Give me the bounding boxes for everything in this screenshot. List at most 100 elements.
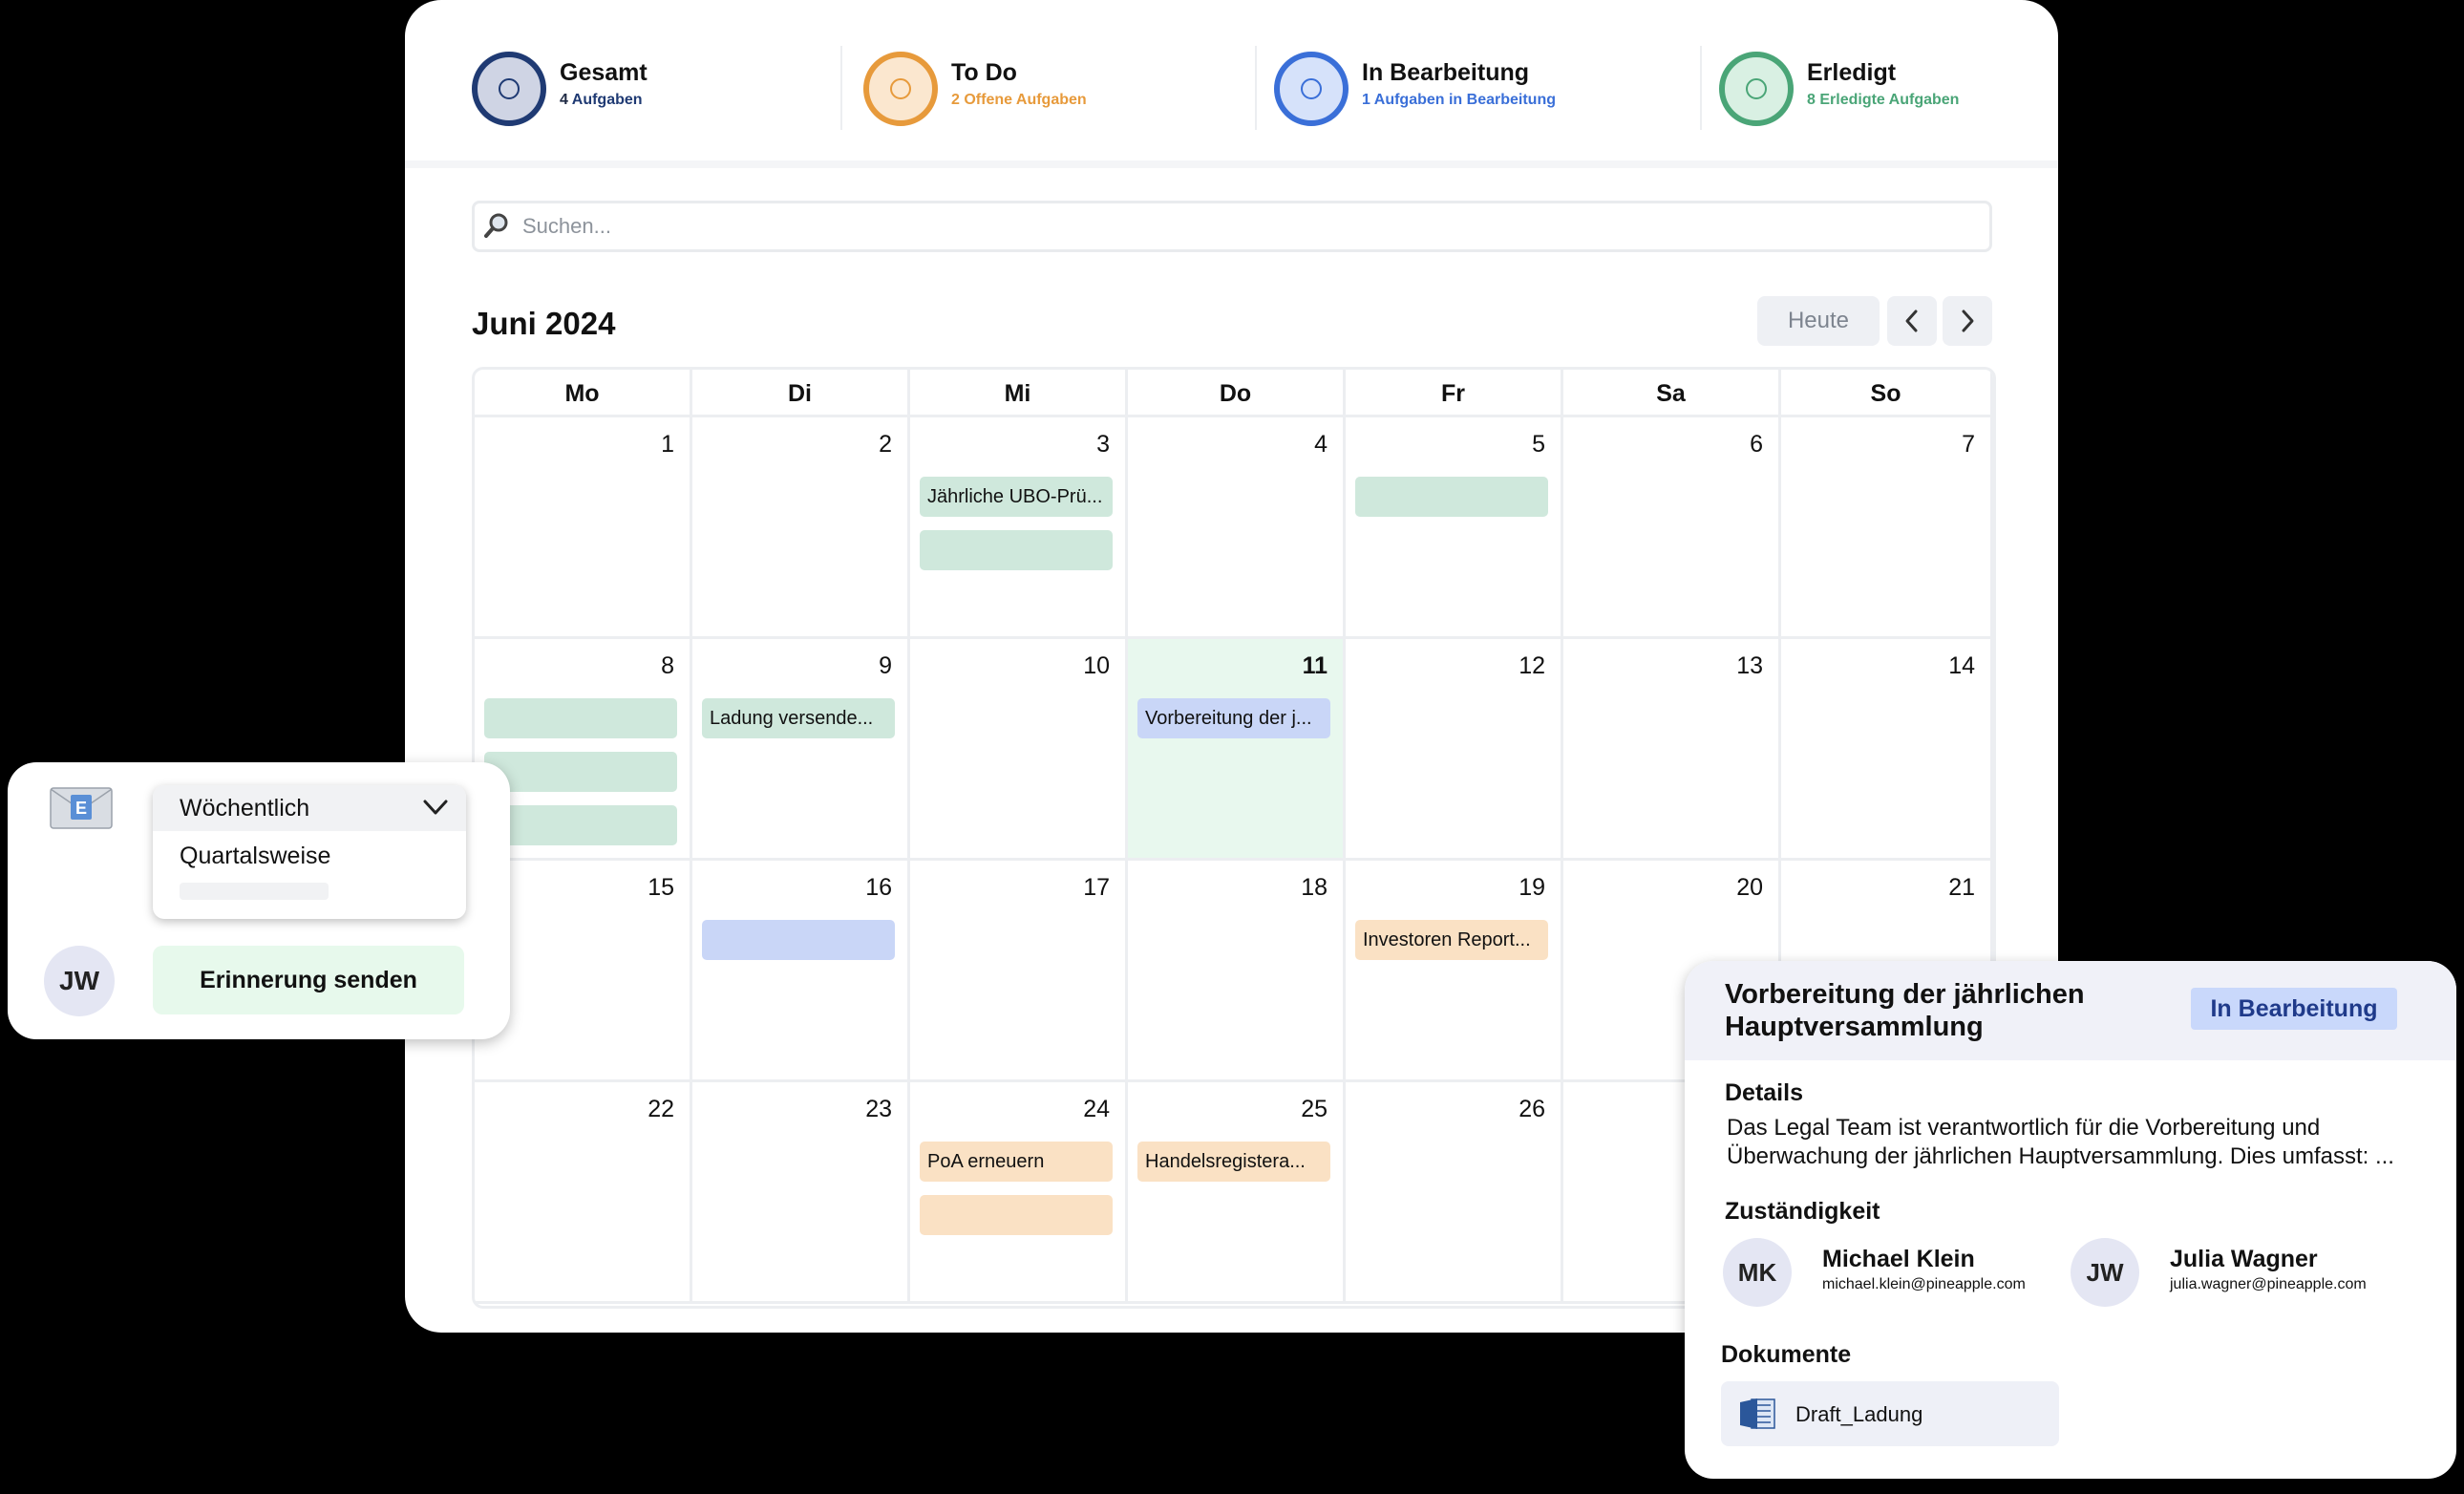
frequency-option-placeholder[interactable] <box>180 883 329 900</box>
calendar-day-cell[interactable]: 7 <box>1781 417 1993 639</box>
day-number: 20 <box>1736 874 1763 901</box>
day-number: 22 <box>648 1096 674 1122</box>
day-number: 17 <box>1083 874 1110 901</box>
day-number: 15 <box>648 874 674 901</box>
assignee-name: Michael Klein <box>1822 1246 1975 1272</box>
detail-header: Vorbereitung der jährlichen Hauptversamm… <box>1685 961 2456 1060</box>
month-title: Juni 2024 <box>472 306 616 341</box>
avatar: JW <box>44 946 115 1016</box>
calendar-day-cell[interactable]: 6 <box>1563 417 1781 639</box>
day-number: 16 <box>865 874 892 901</box>
responsibility-heading: Zuständigkeit <box>1725 1198 1880 1225</box>
day-number: 3 <box>1096 431 1110 458</box>
day-number: 8 <box>661 652 674 679</box>
calendar-event[interactable]: Ladung versende... <box>702 698 895 738</box>
next-month-button[interactable] <box>1943 296 1992 346</box>
calendar-event[interactable] <box>1355 477 1548 517</box>
assignee-email: michael.klein@pineapple.com <box>1822 1276 2026 1292</box>
weekday-header: Sa <box>1563 370 1781 417</box>
details-heading: Details <box>1725 1079 1803 1106</box>
calendar-day-cell[interactable]: 25 Handelsregistera... <box>1128 1082 1346 1304</box>
calendar-day-cell[interactable]: 11 Vorbereitung der j... <box>1128 639 1346 861</box>
circle-icon <box>472 52 546 126</box>
calendar-day-cell[interactable]: 14 <box>1781 639 1993 861</box>
divider <box>840 46 842 130</box>
day-number: 9 <box>879 652 892 679</box>
calendar-day-cell[interactable]: 4 <box>1128 417 1346 639</box>
selected-frequency: Wöchentlich <box>180 795 310 822</box>
day-number: 21 <box>1948 874 1975 901</box>
assignee-name: Julia Wagner <box>2170 1246 2318 1272</box>
status-badge: In Bearbeitung <box>2191 988 2397 1030</box>
documents-heading: Dokumente <box>1721 1341 1852 1368</box>
document-item[interactable]: Draft_Ladung <box>1721 1381 2059 1446</box>
calendar-event[interactable] <box>484 752 677 792</box>
divider <box>1700 46 1702 130</box>
frequency-select[interactable]: Wöchentlich <box>153 785 466 831</box>
task-title: Vorbereitung der jährlichen Hauptversamm… <box>1725 979 2085 1042</box>
weekday-header: Di <box>692 370 910 417</box>
calendar-day-cell[interactable]: 26 <box>1346 1082 1563 1304</box>
weekday-header: Do <box>1128 370 1346 417</box>
chevron-down-icon <box>423 800 448 815</box>
day-number: 2 <box>879 431 892 458</box>
calendar-day-cell[interactable]: 12 <box>1346 639 1563 861</box>
calendar-event[interactable] <box>920 1195 1113 1235</box>
circle-icon <box>1274 52 1349 126</box>
avatar: MK <box>1723 1238 1792 1307</box>
calendar-day-cell[interactable]: 19 Investoren Report... <box>1346 861 1563 1082</box>
weekday-header: Mo <box>475 370 692 417</box>
calendar-day-cell[interactable]: 17 <box>910 861 1128 1082</box>
calendar-event[interactable] <box>702 920 895 960</box>
calendar-day-cell[interactable]: 1 <box>475 417 692 639</box>
frequency-option[interactable]: Quartalsweise <box>180 843 330 870</box>
day-number: 13 <box>1736 652 1763 679</box>
calendar-day-cell[interactable]: 10 <box>910 639 1128 861</box>
day-number: 5 <box>1532 431 1545 458</box>
calendar-event[interactable]: Vorbereitung der j... <box>1137 698 1330 738</box>
weekday-header: So <box>1781 370 1993 417</box>
svg-text:E: E <box>75 799 87 818</box>
stat-subtitle: 1 Aufgaben in Bearbeitung <box>1362 92 1556 108</box>
day-number: 10 <box>1083 652 1110 679</box>
calendar-day-cell[interactable]: 23 <box>692 1082 910 1304</box>
prev-month-button[interactable] <box>1887 296 1937 346</box>
calendar-day-cell[interactable]: 2 <box>692 417 910 639</box>
calendar-event[interactable]: Investoren Report... <box>1355 920 1548 960</box>
day-number: 14 <box>1948 652 1975 679</box>
calendar-day-cell[interactable]: 22 <box>475 1082 692 1304</box>
calendar-event[interactable]: Jährliche UBO-Prü... <box>920 477 1113 517</box>
search-bar[interactable] <box>472 201 1992 252</box>
search-input[interactable] <box>520 207 1957 245</box>
chevron-left-icon <box>1905 309 1918 332</box>
calendar-event[interactable] <box>920 530 1113 570</box>
calendar-day-cell[interactable]: 9 Ladung versende... <box>692 639 910 861</box>
calendar-event[interactable] <box>484 698 677 738</box>
calendar-day-cell[interactable]: 5 <box>1346 417 1563 639</box>
circle-icon <box>1719 52 1794 126</box>
day-number: 7 <box>1962 431 1975 458</box>
stat-title: Gesamt <box>560 59 648 86</box>
day-number: 19 <box>1519 874 1545 901</box>
stat-title: To Do <box>951 59 1017 86</box>
calendar-day-cell[interactable]: 16 <box>692 861 910 1082</box>
weekday-header: Mi <box>910 370 1128 417</box>
day-number: 1 <box>661 431 674 458</box>
stat-subtitle: 4 Aufgaben <box>560 92 643 108</box>
circle-icon <box>863 52 938 126</box>
calendar-day-cell[interactable]: 3 Jährliche UBO-Prü... <box>910 417 1128 639</box>
stats-bar: Gesamt 4 Aufgaben To Do 2 Offene Aufgabe… <box>405 0 2058 168</box>
today-button[interactable]: Heute <box>1757 296 1880 346</box>
calendar-day-cell[interactable]: 24 PoA erneuern <box>910 1082 1128 1304</box>
calendar-event[interactable] <box>484 805 677 845</box>
day-number: 12 <box>1519 652 1545 679</box>
calendar-day-cell[interactable]: 18 <box>1128 861 1346 1082</box>
calendar-day-cell[interactable]: 13 <box>1563 639 1781 861</box>
search-icon <box>484 213 508 238</box>
calendar-event[interactable]: Handelsregistera... <box>1137 1142 1330 1182</box>
frequency-dropdown[interactable]: Wöchentlich Quartalsweise <box>153 785 466 919</box>
day-number: 24 <box>1083 1096 1110 1122</box>
calendar-event[interactable]: PoA erneuern <box>920 1142 1113 1182</box>
send-reminder-button[interactable]: Erinnerung senden <box>153 946 464 1014</box>
stat-title: In Bearbeitung <box>1362 59 1530 86</box>
